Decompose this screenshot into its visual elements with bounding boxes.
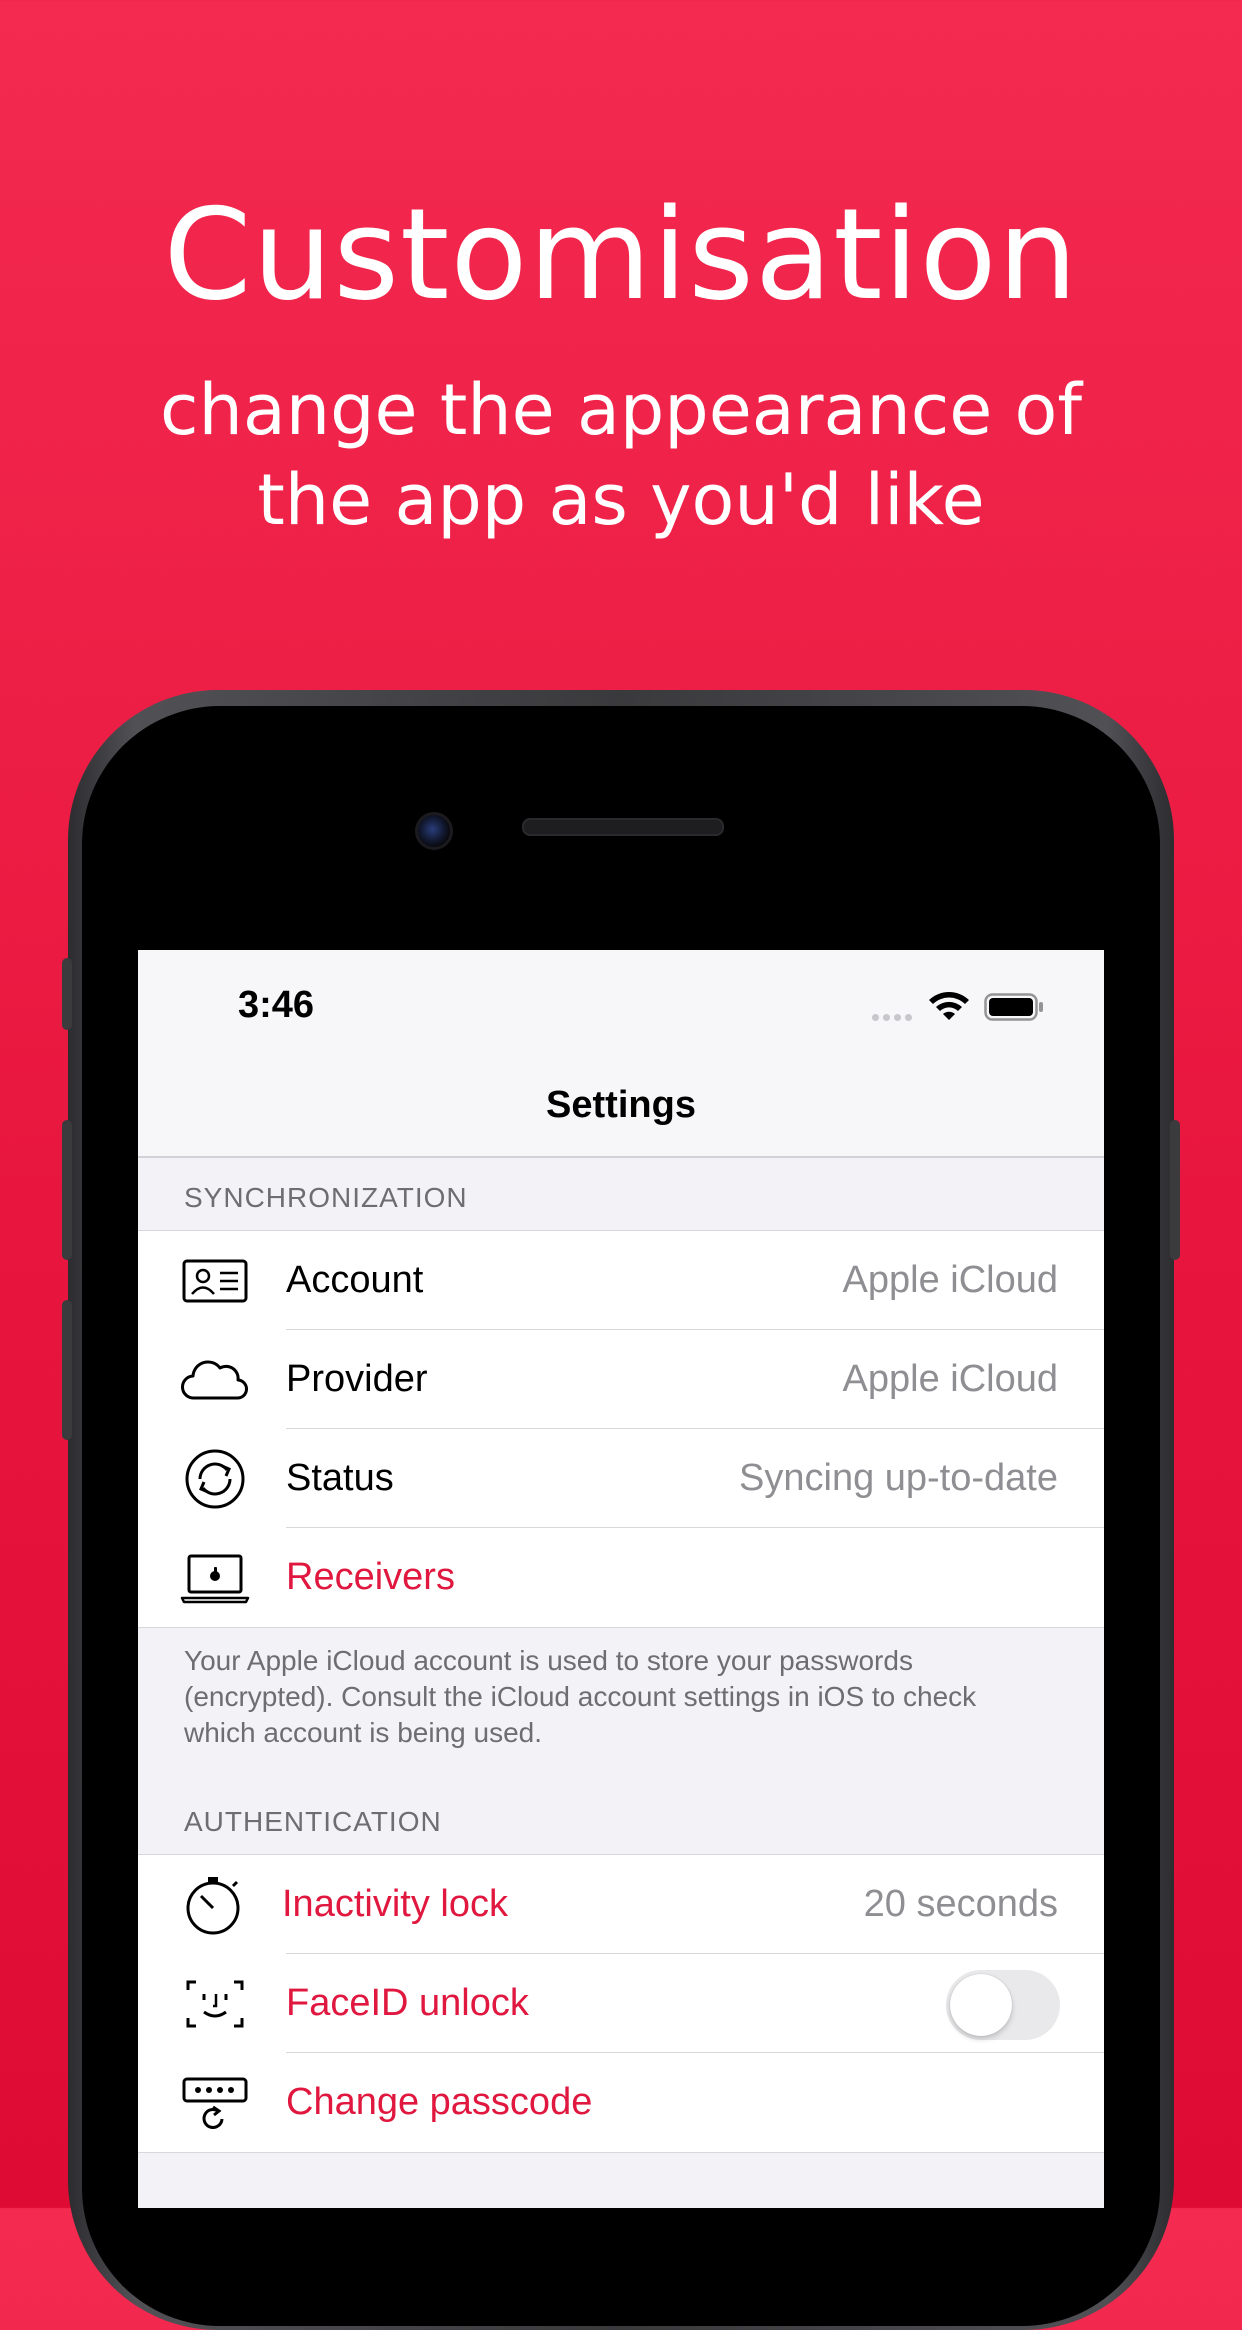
row-status[interactable]: Status Syncing up-to-date [138,1429,1104,1528]
headline: Customisation [163,181,1079,328]
row-change-passcode[interactable]: Change passcode [138,2053,1104,2152]
row-receivers-label: Receivers [286,1556,455,1598]
section-header-authentication: AUTHENTICATION [184,1806,442,1837]
row-provider-label: Provider [286,1358,428,1400]
volume-up-button [62,1120,72,1260]
toggle-knob [950,1974,1012,2036]
laptop-icon [180,1554,250,1604]
status-bar: 3:46 [138,950,1104,1050]
cellular-signal-icon [872,1008,920,1021]
authentication-group: Inactivity lock 20 seconds FaceID unlock [138,1854,1104,2153]
passcode-icon [182,2077,248,2129]
power-button [1170,1120,1180,1260]
row-account-value: Apple iCloud [842,1259,1058,1301]
stopwatch-icon [186,1877,240,1935]
synchronization-footer-note: Your Apple iCloud account is used to sto… [184,1645,977,1748]
row-provider[interactable]: Provider Apple iCloud [138,1330,1104,1429]
battery-icon [984,993,1043,1021]
sync-icon [185,1449,245,1509]
contact-card-icon [182,1259,248,1303]
row-account[interactable]: Account Apple iCloud [138,1231,1104,1330]
subline-1: change the appearance of [159,369,1083,451]
wifi-icon [929,992,969,1020]
row-faceid-unlock-label: FaceID unlock [286,1982,529,2024]
silent-switch [62,958,72,1030]
row-receivers[interactable]: Receivers [138,1528,1104,1627]
row-inactivity-lock-value: 20 seconds [863,1883,1058,1925]
synchronization-group: Account Apple iCloud Provider Apple iClo… [138,1230,1104,1628]
row-change-passcode-label: Change passcode [286,2081,593,2123]
status-time: 3:46 [238,984,315,1026]
row-faceid-unlock: FaceID unlock [138,1954,1104,2053]
faceid-toggle[interactable] [946,1970,1060,2040]
front-camera [415,812,453,850]
phone-screen: 3:46 Settings SYNCHRONIZATION Account Ap… [138,950,1104,2208]
navigation-bar: Settings [138,1050,1104,1158]
subline-2: the app as you'd like [257,459,985,541]
earpiece-speaker [522,818,724,836]
row-account-label: Account [286,1259,424,1301]
faceid-icon [186,1980,244,2028]
cloud-icon [181,1360,248,1400]
row-status-value: Syncing up-to-date [739,1457,1058,1499]
row-inactivity-lock-label: Inactivity lock [282,1883,508,1925]
volume-down-button [62,1300,72,1440]
row-status-label: Status [286,1457,394,1499]
section-header-synchronization: SYNCHRONIZATION [184,1182,468,1213]
row-provider-value: Apple iCloud [842,1358,1058,1400]
page-title: Settings [546,1084,696,1126]
row-inactivity-lock[interactable]: Inactivity lock 20 seconds [138,1855,1104,1954]
